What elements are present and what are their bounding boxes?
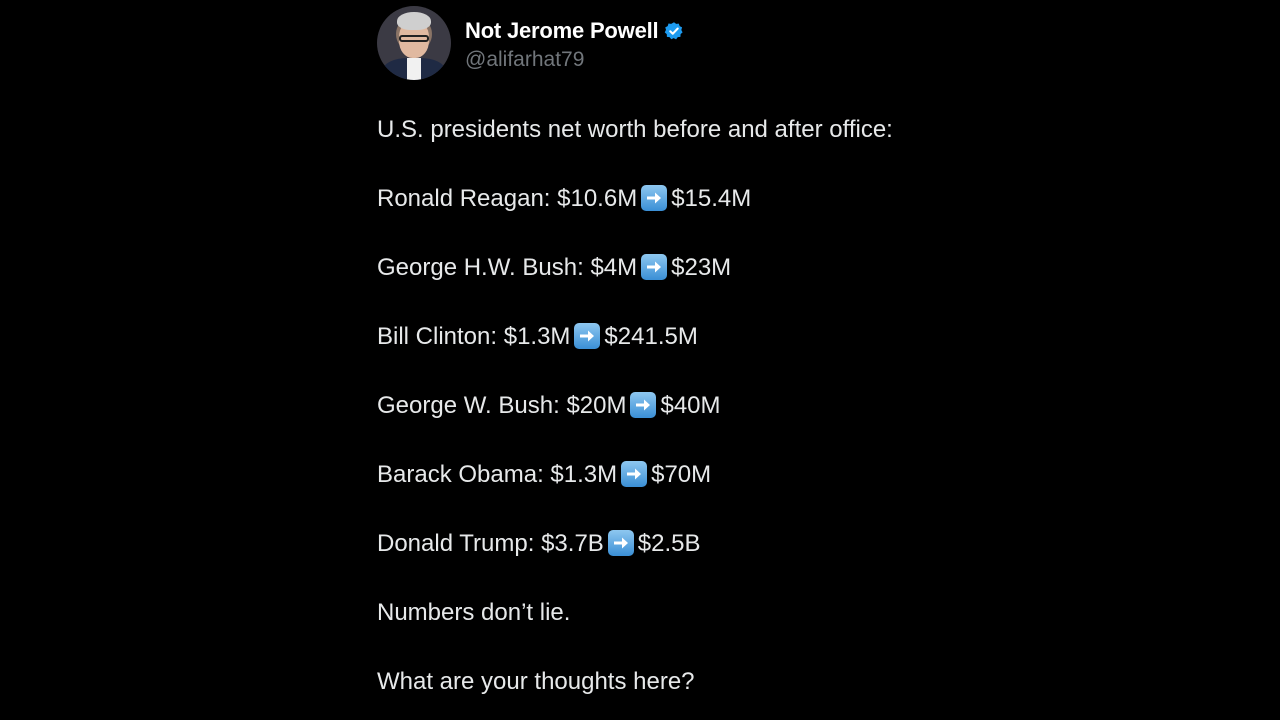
net-worth-entry: Bill Clinton: $1.3M $241.5M <box>377 323 977 351</box>
president-label: Barack Obama: <box>377 461 544 488</box>
before-value: $10.6M <box>557 185 638 212</box>
tweet-closing-question: What are your thoughts here? <box>377 668 695 695</box>
before-value: $4M <box>590 254 638 281</box>
after-value: $40M <box>660 392 721 419</box>
net-worth-entry: Donald Trump: $3.7B $2.5B <box>377 530 977 558</box>
after-value: $23M <box>671 254 732 281</box>
tweet-body: U.S. presidents net worth before and aft… <box>377 116 977 696</box>
before-value: $3.7B <box>541 530 604 557</box>
right-arrow-icon <box>641 254 668 280</box>
president-label: George H.W. Bush: <box>377 254 584 281</box>
avatar-glasses <box>399 35 429 42</box>
tweet-header: Not Jerome Powell @alifarhat79 <box>377 6 977 80</box>
net-worth-entry: George W. Bush: $20M $40M <box>377 392 977 420</box>
right-arrow-icon <box>621 461 648 487</box>
author-info: Not Jerome Powell @alifarhat79 <box>465 6 684 72</box>
president-label: Donald Trump: <box>377 530 535 557</box>
display-name[interactable]: Not Jerome Powell <box>465 18 659 44</box>
before-value: $20M <box>566 392 627 419</box>
tweet-intro: U.S. presidents net worth before and aft… <box>377 116 893 143</box>
president-label: Bill Clinton: <box>377 323 498 350</box>
before-value: $1.3M <box>550 461 618 488</box>
right-arrow-icon <box>607 530 634 556</box>
president-label: George W. Bush: <box>377 392 560 419</box>
tweet-card: Not Jerome Powell @alifarhat79 U.S. pres… <box>377 6 977 696</box>
after-value: $15.4M <box>671 185 752 212</box>
after-value: $2.5B <box>637 530 701 557</box>
right-arrow-icon <box>630 392 657 418</box>
avatar-hair <box>397 12 431 30</box>
avatar[interactable] <box>377 6 451 80</box>
right-arrow-icon <box>641 185 668 211</box>
user-handle[interactable]: @alifarhat79 <box>465 48 684 72</box>
verified-badge-icon <box>664 21 684 41</box>
before-value: $1.3M <box>503 323 571 350</box>
name-row: Not Jerome Powell <box>465 18 684 44</box>
avatar-shirt <box>407 58 421 80</box>
after-value: $70M <box>651 461 712 488</box>
net-worth-entry: George H.W. Bush: $4M $23M <box>377 254 977 282</box>
tweet-closing-statement: Numbers don’t lie. <box>377 599 571 626</box>
president-label: Ronald Reagan: <box>377 185 551 212</box>
net-worth-entry: Ronald Reagan: $10.6M $15.4M <box>377 185 977 213</box>
after-value: $241.5M <box>604 323 698 350</box>
right-arrow-icon <box>574 323 601 349</box>
net-worth-entry: Barack Obama: $1.3M $70M <box>377 461 977 489</box>
